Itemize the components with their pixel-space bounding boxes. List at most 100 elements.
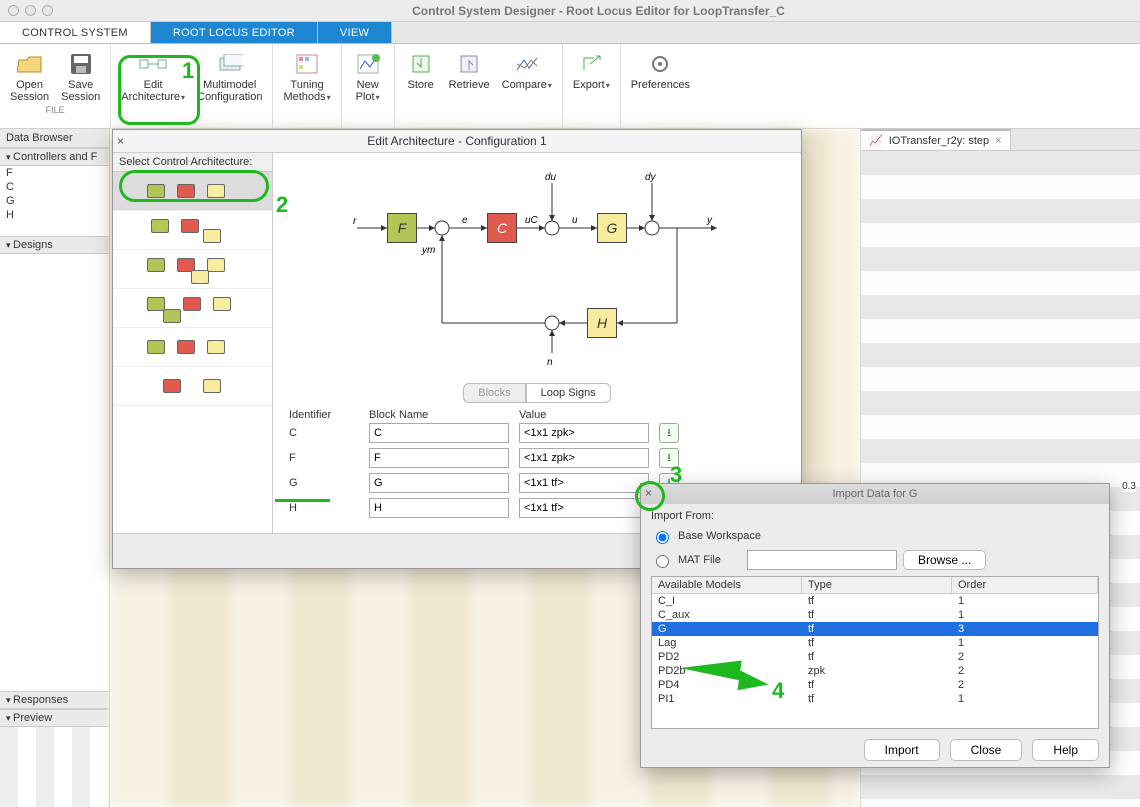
main-tab-strip: CONTROL SYSTEM ROOT LOCUS EDITOR VIEW <box>0 22 1140 44</box>
block-name-input[interactable] <box>369 423 509 443</box>
traffic-lights <box>8 5 53 16</box>
zoom-window-icon[interactable] <box>42 5 53 16</box>
retrieve-button[interactable]: Retrieve <box>445 48 494 94</box>
architecture-option[interactable] <box>113 367 272 406</box>
block-name-input[interactable] <box>369 498 509 518</box>
tab-root-locus-editor[interactable]: ROOT LOCUS EDITOR <box>151 22 318 43</box>
help-button[interactable]: Help <box>1032 739 1099 761</box>
svg-text:n: n <box>547 357 553 368</box>
block-id: G <box>289 477 359 489</box>
close-icon[interactable]: × <box>645 486 652 500</box>
tab-control-system[interactable]: CONTROL SYSTEM <box>0 22 151 43</box>
model-row[interactable]: Gtf3 <box>652 622 1098 636</box>
block-value-input[interactable] <box>519 498 649 518</box>
doc-tab-iotransfer[interactable]: 📈 IOTransfer_r2y: step × <box>861 129 1011 150</box>
browse-button[interactable]: Browse ... <box>903 550 986 570</box>
block-value-input[interactable] <box>519 448 649 468</box>
controller-item[interactable]: F <box>0 166 109 180</box>
import-from-label: Import From: <box>651 510 1099 522</box>
architecture-option[interactable] <box>113 289 272 328</box>
architecture-icon <box>139 50 167 78</box>
tab-loop-signs[interactable]: Loop Signs <box>526 383 611 403</box>
section-designs[interactable]: Designs <box>0 236 109 254</box>
data-browser-title: Data Browser <box>0 129 109 148</box>
block-id: C <box>289 427 359 439</box>
window-title: Control System Designer - Root Locus Edi… <box>65 4 1132 18</box>
model-row[interactable]: Lagtf1 <box>652 636 1098 650</box>
block-G: G <box>597 213 627 243</box>
window-titlebar: Control System Designer - Root Locus Edi… <box>0 0 1140 22</box>
multimodel-config-button[interactable]: Multimodel Configuration <box>193 48 266 105</box>
architecture-diagram: F C G H r e uC u y du dy <box>273 153 801 383</box>
export-icon <box>577 50 605 78</box>
ribbon-group-export: Export <box>563 44 621 128</box>
store-button[interactable]: Store <box>401 48 441 94</box>
import-data-dialog: × Import Data for G Import From: Base Wo… <box>640 483 1110 768</box>
architecture-option[interactable] <box>113 211 272 250</box>
model-row[interactable]: PD2bzpk2 <box>652 664 1098 678</box>
close-button[interactable]: Close <box>950 739 1023 761</box>
svg-text:r: r <box>353 216 357 227</box>
available-models-table: Available Models Type Order C_Itf1C_auxt… <box>651 576 1099 729</box>
svg-text:u: u <box>572 215 578 226</box>
import-block-button[interactable]: ⭳ <box>659 448 679 468</box>
section-responses[interactable]: Responses <box>0 691 109 709</box>
svg-text:uC: uC <box>525 215 539 226</box>
dialog-title: Edit Architecture - Configuration 1 <box>113 130 801 153</box>
radio-base-workspace[interactable] <box>656 531 669 544</box>
tab-blocks[interactable]: Blocks <box>463 383 525 403</box>
block-value-input[interactable] <box>519 473 649 493</box>
svg-text:y: y <box>706 215 713 226</box>
save-icon <box>67 50 95 78</box>
block-id: H <box>289 502 359 514</box>
export-button[interactable]: Export <box>569 48 614 94</box>
ribbon-group-tuning: Tuning Methods <box>273 44 341 128</box>
model-row[interactable]: PI1tf1 <box>652 692 1098 706</box>
ribbon-group-results: Store Retrieve Compare <box>395 44 563 128</box>
block-name-input[interactable] <box>369 473 509 493</box>
section-controllers[interactable]: Controllers and F <box>0 148 109 166</box>
block-C: C <box>487 213 517 243</box>
tuning-methods-button[interactable]: Tuning Methods <box>279 48 334 105</box>
minimize-window-icon[interactable] <box>25 5 36 16</box>
model-row[interactable]: C_Itf1 <box>652 594 1098 608</box>
compare-button[interactable]: Compare <box>498 48 556 94</box>
radio-mat-file[interactable] <box>656 555 669 568</box>
folder-open-icon <box>16 50 44 78</box>
new-plot-button[interactable]: New Plot <box>348 48 388 105</box>
controller-item[interactable]: G <box>0 194 109 208</box>
architecture-option[interactable] <box>113 172 272 211</box>
edit-architecture-button[interactable]: Edit Architecture <box>117 48 189 105</box>
preferences-button[interactable]: Preferences <box>627 48 694 94</box>
save-session-button[interactable]: Save Session <box>57 48 104 105</box>
plot-icon <box>354 50 382 78</box>
model-row[interactable]: PD4tf2 <box>652 678 1098 692</box>
compare-icon <box>513 50 541 78</box>
plot-line-icon: 📈 <box>869 134 883 147</box>
block-name-input[interactable] <box>369 448 509 468</box>
controller-item[interactable]: H <box>0 208 109 222</box>
svg-text:e: e <box>462 215 468 226</box>
close-icon[interactable]: × <box>117 134 124 148</box>
import-button[interactable]: Import <box>864 739 940 761</box>
tab-view[interactable]: VIEW <box>318 22 392 43</box>
block-value-input[interactable] <box>519 423 649 443</box>
ribbon-group-plot: New Plot <box>342 44 395 128</box>
retrieve-icon <box>455 50 483 78</box>
model-row[interactable]: PD2tf2 <box>652 650 1098 664</box>
svg-text:dy: dy <box>645 172 657 183</box>
controller-item[interactable]: C <box>0 180 109 194</box>
section-preview[interactable]: Preview <box>0 709 109 727</box>
model-row[interactable]: C_auxtf1 <box>652 608 1098 622</box>
import-block-button[interactable]: ⭳ <box>659 423 679 443</box>
mat-file-path-input[interactable] <box>747 550 897 570</box>
gear-icon <box>646 50 674 78</box>
block-row: C⭳ <box>289 423 785 443</box>
svg-text:ym: ym <box>421 245 435 256</box>
close-window-icon[interactable] <box>8 5 19 16</box>
architecture-option[interactable] <box>113 250 272 289</box>
open-session-button[interactable]: Open Session <box>6 48 53 105</box>
multimodel-icon <box>216 50 244 78</box>
close-icon[interactable]: × <box>995 135 1001 147</box>
architecture-option[interactable] <box>113 328 272 367</box>
